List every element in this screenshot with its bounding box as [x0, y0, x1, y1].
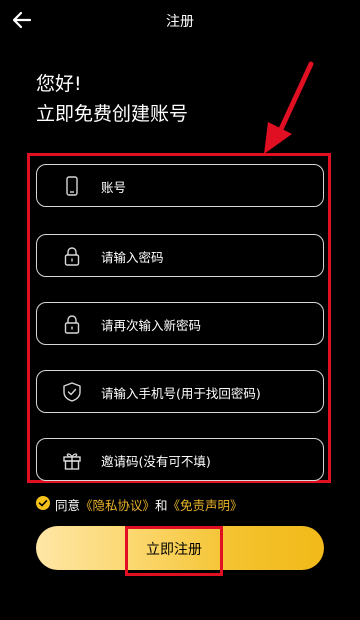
top-bar: 注册 — [0, 0, 360, 40]
password-placeholder: 请输入密码 — [101, 250, 164, 265]
phone-number-placeholder: 请输入手机号(用于找回密码) — [101, 386, 261, 401]
shield-check-icon — [63, 382, 81, 402]
privacy-policy-link[interactable]: 《隐私协议》 — [80, 498, 155, 513]
disclaimer-link[interactable]: 《免责声明》 — [168, 498, 243, 513]
greeting-line1: 您好! — [36, 73, 82, 95]
account-placeholder: 账号 — [101, 180, 127, 195]
lock-icon — [64, 247, 80, 266]
phone-number-input[interactable]: 请输入手机号(用于找回密码) — [36, 370, 324, 413]
account-input[interactable]: 账号 — [36, 164, 324, 207]
confirm-password-input[interactable]: 请再次输入新密码 — [36, 302, 324, 345]
agreement-checkbox[interactable] — [36, 496, 50, 510]
invite-code-placeholder: 邀请码(没有可不填) — [101, 454, 211, 469]
phone-icon — [66, 176, 78, 196]
agreement-and: 和 — [155, 498, 168, 513]
page-title: 注册 — [166, 14, 194, 30]
register-button-label[interactable]: 立即注册 — [125, 526, 223, 574]
check-icon — [38, 500, 48, 507]
greeting-line2: 立即免费创建账号 — [36, 103, 189, 125]
confirm-password-placeholder: 请再次输入新密码 — [101, 318, 202, 333]
annotation-arrow-icon — [264, 61, 314, 154]
lock-icon — [64, 315, 80, 334]
gift-icon — [63, 453, 81, 470]
agreement-prefix: 同意 — [55, 498, 81, 513]
agreement-text: 同意《隐私协议》和《免责声明》 — [55, 495, 243, 514]
greeting: 您好! 立即免费创建账号 — [36, 70, 188, 130]
password-input[interactable]: 请输入密码 — [36, 234, 324, 277]
invite-code-input[interactable]: 邀请码(没有可不填) — [36, 438, 324, 481]
